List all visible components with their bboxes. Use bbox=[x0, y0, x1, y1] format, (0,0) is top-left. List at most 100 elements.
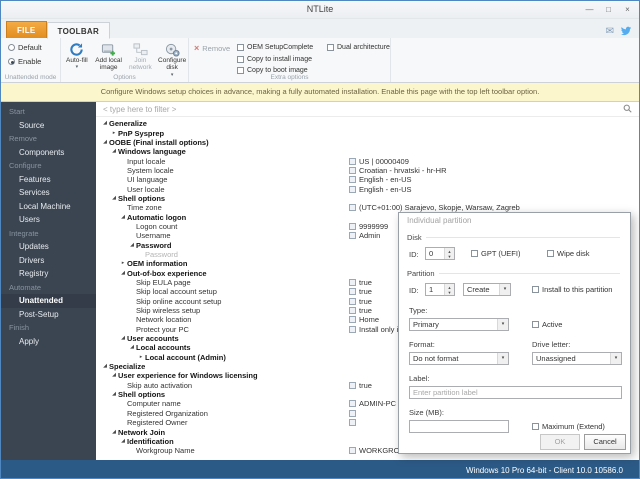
tree-item-value[interactable]: 9999999 bbox=[349, 222, 388, 231]
expander-icon[interactable]: ◢ bbox=[128, 241, 136, 250]
checkbox-copy-to-boot-image[interactable]: Copy to boot image bbox=[237, 67, 313, 74]
tree-item-value[interactable] bbox=[349, 409, 359, 418]
edit-icon bbox=[349, 158, 356, 165]
partition-id-spinner[interactable]: 1 ▲▼ bbox=[425, 283, 455, 296]
checkbox-install-to-partition[interactable]: Install to this partition bbox=[532, 285, 612, 294]
configure-disk-button[interactable]: Configure disk ▾ bbox=[156, 40, 188, 77]
expander-icon[interactable]: ◢ bbox=[101, 362, 109, 371]
spinner-arrows-icon[interactable]: ▲▼ bbox=[444, 248, 454, 259]
join-network-button[interactable]: Join network bbox=[125, 40, 157, 77]
tree-row[interactable]: System localeCroatian - hrvatski - hr-HR bbox=[96, 166, 639, 175]
sidebar-item-source[interactable]: Source bbox=[1, 119, 96, 133]
tree-item-value[interactable]: true bbox=[349, 381, 372, 390]
sidebar-item-updates[interactable]: Updates bbox=[1, 240, 96, 254]
sidebar-item-apply[interactable]: Apply bbox=[1, 335, 96, 349]
filter-input[interactable] bbox=[103, 105, 619, 114]
minimize-button[interactable]: — bbox=[580, 2, 599, 17]
expander-icon[interactable]: ◢ bbox=[101, 119, 109, 128]
tree-item-value[interactable]: US | 00000409 bbox=[349, 156, 409, 165]
tree-row[interactable]: UI languageEnglish - en-US bbox=[96, 175, 639, 184]
tree-item-value[interactable]: true bbox=[349, 278, 372, 287]
sidebar-item-components[interactable]: Components bbox=[1, 146, 96, 160]
ribbon: Default Enable Unattended mode Auto-fill… bbox=[1, 38, 639, 83]
tree-item-label: Registered Owner bbox=[127, 418, 187, 427]
autofill-button[interactable]: Auto-fill ▾ bbox=[61, 40, 93, 77]
expander-icon[interactable]: ◢ bbox=[119, 269, 127, 278]
tree-item-value[interactable]: English - en-US bbox=[349, 175, 412, 184]
radio-checked-icon bbox=[8, 58, 15, 65]
twitter-icon[interactable] bbox=[620, 23, 632, 41]
sidebar-item-local-machine[interactable]: Local Machine bbox=[1, 200, 96, 214]
checkbox-gpt-uefi[interactable]: GPT (UEFI) bbox=[471, 249, 520, 258]
size-input[interactable] bbox=[409, 420, 509, 433]
spinner-arrows-icon[interactable]: ▲▼ bbox=[444, 284, 454, 295]
partition-label-input[interactable] bbox=[409, 386, 622, 399]
checkbox-wipe-disk[interactable]: Wipe disk bbox=[547, 249, 590, 258]
tree-item-value[interactable]: true bbox=[349, 297, 372, 306]
add-local-image-button[interactable]: Add local image bbox=[93, 40, 125, 77]
expander-icon[interactable]: ◢ bbox=[119, 213, 127, 222]
tree-row[interactable]: ▸PnP Sysprep bbox=[96, 128, 639, 137]
disk-id-spinner[interactable]: 0 ▲▼ bbox=[425, 247, 455, 260]
type-dropdown[interactable]: Primary▾ bbox=[409, 318, 509, 331]
expander-icon[interactable]: ▸ bbox=[110, 129, 118, 138]
tree-item-value[interactable]: ADMIN-PC bbox=[349, 399, 396, 408]
expander-icon[interactable]: ◢ bbox=[101, 138, 109, 147]
expander-icon[interactable]: ◢ bbox=[119, 334, 127, 343]
tree-row[interactable]: User localeEnglish - en-US bbox=[96, 184, 639, 193]
tree-row[interactable]: ◢Shell options bbox=[96, 194, 639, 203]
tree-item-value[interactable]: true bbox=[349, 306, 372, 315]
checkbox-active[interactable]: Active bbox=[532, 320, 562, 329]
create-dropdown[interactable]: Create▾ bbox=[463, 283, 511, 296]
checkbox-copy-to-install-image[interactable]: Copy to install image bbox=[237, 56, 313, 63]
tab-toolbar[interactable]: TOOLBAR bbox=[47, 22, 111, 39]
ok-button[interactable]: OK bbox=[540, 434, 580, 450]
maximize-button[interactable]: □ bbox=[599, 2, 618, 17]
close-button[interactable]: × bbox=[618, 2, 637, 17]
tree-item-value[interactable]: Croatian - hrvatski - hr-HR bbox=[349, 166, 447, 175]
tree-item-value[interactable]: Home bbox=[349, 315, 379, 324]
tree-item-value[interactable]: English - en-US bbox=[349, 184, 412, 193]
drive-letter-dropdown[interactable]: Unassigned▾ bbox=[532, 352, 622, 365]
radio-default[interactable]: Default bbox=[8, 43, 60, 52]
tab-file[interactable]: FILE bbox=[6, 21, 47, 38]
sidebar-item-registry[interactable]: Registry bbox=[1, 267, 96, 281]
partition-id-label: ID: bbox=[409, 286, 419, 295]
sidebar-item-services[interactable]: Services bbox=[1, 186, 96, 200]
checkbox-maximum-extend[interactable]: Maximum (Extend) bbox=[532, 422, 605, 431]
cancel-button[interactable]: Cancel bbox=[584, 434, 626, 450]
expander-icon[interactable]: ◢ bbox=[110, 428, 118, 437]
checkbox-label: Dual architecture bbox=[337, 44, 390, 51]
expander-icon[interactable]: ◢ bbox=[119, 437, 127, 446]
expander-icon[interactable]: ◢ bbox=[110, 194, 118, 203]
expander-icon[interactable]: ◢ bbox=[110, 371, 118, 380]
tree-row[interactable]: Input localeUS | 00000409 bbox=[96, 156, 639, 165]
sidebar-item-post-setup[interactable]: Post-Setup bbox=[1, 308, 96, 322]
radio-enable[interactable]: Enable bbox=[8, 57, 60, 66]
format-dropdown[interactable]: Do not format▾ bbox=[409, 352, 509, 365]
tree-item-label: Network Join bbox=[118, 428, 165, 437]
tree-row[interactable]: ◢OOBE (Final install options) bbox=[96, 138, 639, 147]
edit-icon bbox=[349, 400, 356, 407]
sidebar-item-unattended[interactable]: Unattended bbox=[1, 294, 96, 308]
expander-icon[interactable]: ◢ bbox=[128, 343, 136, 352]
tree-item-value[interactable]: Admin bbox=[349, 231, 380, 240]
sidebar-item-features[interactable]: Features bbox=[1, 173, 96, 187]
expander-icon[interactable]: ◢ bbox=[110, 147, 118, 156]
tree-row[interactable]: ◢Windows language bbox=[96, 147, 639, 156]
tree-item-value[interactable]: true bbox=[349, 287, 372, 296]
tree-item-value[interactable]: Install only i bbox=[349, 325, 398, 334]
tree-item-value[interactable] bbox=[349, 418, 359, 427]
search-icon[interactable] bbox=[623, 100, 632, 118]
expander-icon[interactable]: ▸ bbox=[119, 259, 127, 268]
sidebar-item-users[interactable]: Users bbox=[1, 213, 96, 227]
tree-row[interactable]: ◢Generalize bbox=[96, 119, 639, 128]
sidebar-section-finish: Finish bbox=[1, 321, 96, 335]
checkbox-oem-setupcomplete[interactable]: OEM SetupComplete bbox=[237, 44, 313, 51]
email-icon[interactable]: ✉ bbox=[606, 27, 614, 37]
remove-button[interactable]: × Remove bbox=[194, 44, 230, 53]
expander-icon[interactable]: ▸ bbox=[137, 353, 145, 362]
sidebar-item-drivers[interactable]: Drivers bbox=[1, 254, 96, 268]
expander-icon[interactable]: ◢ bbox=[110, 390, 118, 399]
checkbox-dual-architecture[interactable]: Dual architecture bbox=[327, 44, 390, 51]
